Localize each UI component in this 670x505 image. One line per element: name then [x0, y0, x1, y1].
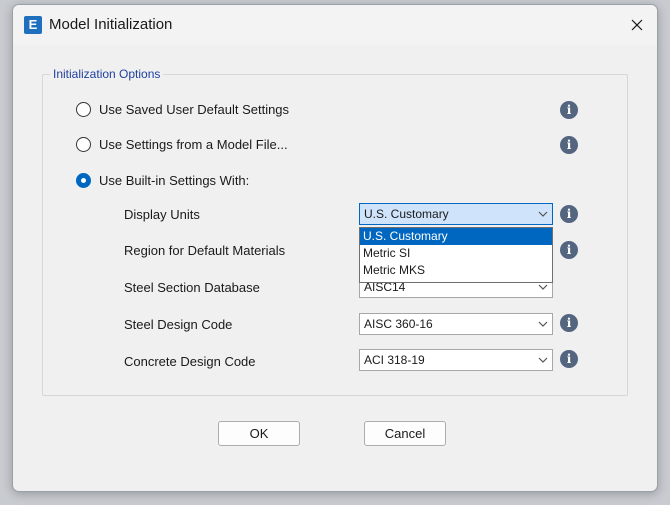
- dropdown-option-metric-si[interactable]: Metric SI: [360, 245, 552, 262]
- ok-button[interactable]: OK: [218, 421, 300, 446]
- info-icon[interactable]: i: [560, 241, 578, 259]
- steel-section-database-label: Steel Section Database: [124, 280, 260, 295]
- chevron-down-icon: [538, 284, 548, 290]
- select-value: AISC 360-16: [364, 317, 433, 331]
- select-value: U.S. Customary: [364, 207, 449, 221]
- chevron-down-icon: [538, 357, 548, 363]
- cancel-button[interactable]: Cancel: [364, 421, 446, 446]
- dropdown-option-metric-mks[interactable]: Metric MKS: [360, 262, 552, 279]
- info-icon[interactable]: i: [560, 314, 578, 332]
- radio-saved-user-defaults[interactable]: Use Saved User Default Settings: [76, 100, 289, 118]
- radio-button-selected[interactable]: [76, 172, 91, 188]
- concrete-design-code-select[interactable]: ACI 318-19: [359, 349, 553, 371]
- steel-design-code-select[interactable]: AISC 360-16: [359, 313, 553, 335]
- title-bar: E Model Initialization: [13, 5, 657, 45]
- radio-label: Use Saved User Default Settings: [99, 101, 290, 117]
- info-icon[interactable]: i: [560, 350, 578, 368]
- region-default-materials-label: Region for Default Materials: [124, 243, 286, 258]
- display-units-dropdown-list: U.S. Customary Metric SI Metric MKS: [359, 227, 553, 283]
- close-icon: [631, 19, 643, 31]
- radio-built-in-settings[interactable]: Use Built-in Settings With:: [76, 171, 249, 189]
- app-logo-icon: E: [24, 16, 42, 34]
- chevron-down-icon: [538, 211, 548, 217]
- dropdown-option-us-customary[interactable]: U.S. Customary: [360, 228, 552, 245]
- radio-label: Use Built-in Settings With:: [99, 172, 250, 188]
- display-units-label: Display Units: [124, 207, 200, 222]
- info-icon[interactable]: i: [560, 136, 578, 154]
- steel-design-code-label: Steel Design Code: [124, 317, 233, 332]
- display-units-select[interactable]: U.S. Customary: [359, 203, 553, 225]
- info-icon[interactable]: i: [560, 205, 578, 223]
- select-value: ACI 318-19: [364, 353, 425, 367]
- group-legend: Initialization Options: [50, 67, 164, 81]
- radio-settings-from-model-file[interactable]: Use Settings from a Model File...: [76, 135, 288, 153]
- radio-label: Use Settings from a Model File...: [99, 136, 288, 152]
- info-icon[interactable]: i: [560, 101, 578, 119]
- dialog-title: Model Initialization: [49, 16, 173, 33]
- concrete-design-code-label: Concrete Design Code: [124, 354, 256, 369]
- radio-button[interactable]: [76, 136, 91, 152]
- radio-button[interactable]: [76, 101, 91, 117]
- close-button[interactable]: [623, 11, 651, 39]
- chevron-down-icon: [538, 321, 548, 327]
